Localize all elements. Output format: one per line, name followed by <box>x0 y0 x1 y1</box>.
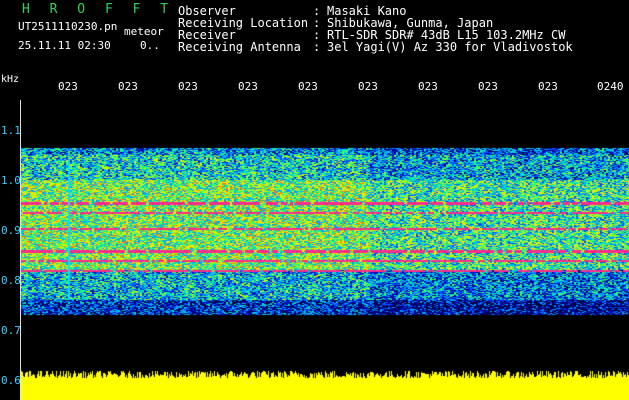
y-unit-label: kHz <box>1 74 20 85</box>
file-name: UT2511110230.pn <box>18 20 118 33</box>
mode-label: meteor <box>124 25 164 38</box>
y-tick-label: 1.0 <box>1 174 21 187</box>
y-tick-label: 0.8 <box>1 274 21 287</box>
y-tick-label: 0.9 <box>1 224 21 237</box>
x-tick-label: 023 <box>358 80 378 93</box>
x-tick-label: 023 <box>418 80 438 93</box>
x-tick-label: 0240 <box>597 80 624 93</box>
x-tick-label: 023 <box>478 80 498 93</box>
y-tick-label: 0.7 <box>1 324 21 337</box>
header-colon: : <box>313 40 321 54</box>
header-label-antenna: Receiving Antenna <box>178 40 301 54</box>
y-axis-line <box>20 100 21 400</box>
spectrogram-plot <box>20 100 629 400</box>
x-tick-label: 023 <box>118 80 138 93</box>
y-tick-label: 1.1 <box>1 124 21 137</box>
station-title: H R O F F T <box>22 2 175 17</box>
date-time: 25.11.11 02:30 <box>18 39 111 52</box>
x-tick-label: 023 <box>58 80 78 93</box>
meteor-count: 0.. <box>140 39 160 52</box>
header-value-antenna: 3el Yagi(V) Az 330 for Vladivostok <box>327 40 573 54</box>
x-tick-label: 023 <box>178 80 198 93</box>
x-tick-label: 023 <box>298 80 318 93</box>
y-tick-label: 0.6 <box>1 374 21 387</box>
x-tick-label: 023 <box>238 80 258 93</box>
x-tick-label: 023 <box>538 80 558 93</box>
